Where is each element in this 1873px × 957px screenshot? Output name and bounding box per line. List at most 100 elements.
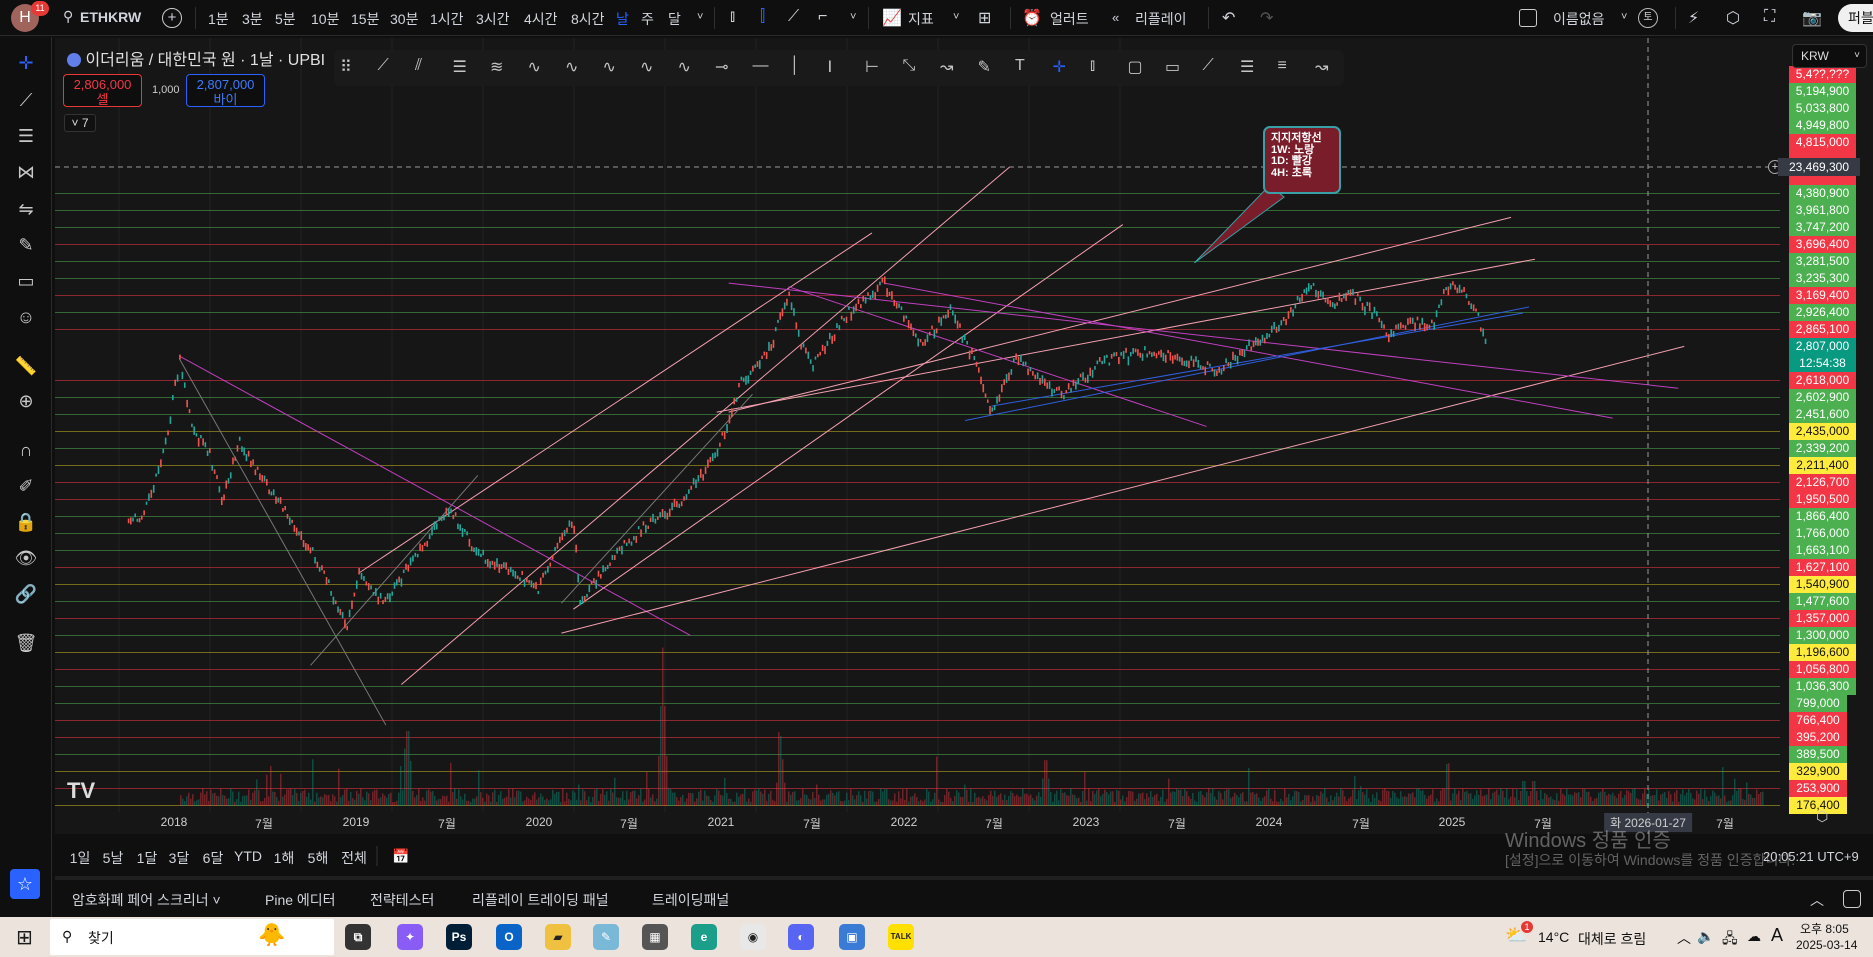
interval-6[interactable]: 1시간	[430, 9, 464, 29]
pattern-wy-icon[interactable]: ∿	[603, 57, 616, 77]
pattern-wz-icon[interactable]: ∿	[678, 57, 691, 77]
pitchfork-icon[interactable]: ≡	[1278, 57, 1287, 75]
photoshop-icon[interactable]: Ps	[446, 924, 472, 950]
arrow-icon[interactable]: ⤡	[903, 57, 916, 75]
interval-4[interactable]: 15분	[351, 9, 379, 29]
alert-button[interactable]: 얼러트	[1050, 9, 1089, 29]
trash-icon[interactable]: 🗑	[13, 630, 39, 656]
fib-icon[interactable]: ☰	[13, 123, 39, 149]
interval-9[interactable]: 8시간	[571, 9, 605, 29]
lock-pencil-icon[interactable]: ✐	[13, 473, 39, 499]
interval-0[interactable]: 1분	[208, 9, 229, 29]
brush-icon[interactable]: ✎	[13, 232, 39, 258]
pattern-15-icon[interactable]: ∿	[528, 57, 541, 77]
trend-line[interactable]	[965, 306, 1530, 421]
range-7[interactable]: 5해	[308, 848, 329, 868]
windows-start-icon[interactable]: ⊞	[16, 925, 33, 950]
pattern-ae-icon[interactable]: ∿	[640, 57, 653, 77]
trend-angle-icon[interactable]: ⟋	[1203, 57, 1214, 75]
range-4[interactable]: 6달	[203, 848, 224, 868]
layout-grid-icon[interactable]: ⊞	[978, 8, 991, 28]
add-symbol-icon[interactable]: +	[162, 8, 182, 28]
taskbar-search[interactable]: ⚲ 찾기 🐥	[50, 919, 334, 955]
undo-icon[interactable]: ↶	[1222, 8, 1235, 28]
emoji-icon[interactable]: ☺	[13, 304, 39, 330]
trend-line-icon[interactable]: ⟋	[378, 57, 389, 75]
chevron-down-icon[interactable]: ˅	[850, 11, 856, 23]
chart-canvas[interactable]	[55, 38, 1780, 834]
crosshair-icon[interactable]: ✛	[13, 50, 39, 76]
ray-icon[interactable]: ⊸	[715, 57, 728, 77]
bar-chart-icon[interactable]: ⫾	[730, 8, 735, 26]
text-icon[interactable]: T	[1015, 57, 1025, 75]
zoom-in-icon[interactable]: ⊕	[13, 388, 39, 414]
trend-line[interactable]	[310, 475, 479, 666]
replay-icon[interactable]: «	[1112, 10, 1119, 25]
trend-line-icon[interactable]: ⟋	[13, 87, 39, 113]
comment-icon[interactable]: ▭	[1165, 57, 1180, 77]
buy-button[interactable]: 2,807,000 바이	[186, 74, 265, 107]
candles-icon[interactable]: ⫾	[1090, 57, 1095, 75]
ruler-icon[interactable]: 📏	[13, 353, 39, 379]
weather-desc[interactable]: 대체로 흐림	[1578, 929, 1646, 949]
date-range-icon[interactable]: ⊢	[865, 57, 879, 77]
copilot-icon[interactable]: ✦	[397, 924, 423, 950]
file-explorer-icon[interactable]: ▰	[545, 924, 571, 950]
tab-crypto-screener[interactable]: 암호화폐 페어 스크리너 ˅	[72, 890, 221, 910]
parallel-icon[interactable]: ⫽	[415, 57, 422, 75]
tab-pine-editor[interactable]: Pine 에디터	[265, 890, 336, 910]
axis-settings-icon[interactable]: ⬡	[1816, 808, 1828, 825]
kakaotalk-icon[interactable]: TALK	[888, 924, 914, 950]
chevron-down-icon[interactable]: ˅	[697, 11, 703, 23]
callout-annotation[interactable]: 지지저항선 1W: 노랑 1D: 빨강 4H: 초록	[1263, 126, 1341, 194]
quick-search-icon[interactable]: ⚡	[1688, 8, 1699, 28]
settings-icon[interactable]: ⬡	[1726, 8, 1740, 28]
range-3[interactable]: 3달	[169, 848, 190, 868]
taskbar-time[interactable]: 오후 8:05	[1800, 920, 1849, 937]
link-icon[interactable]: 🔗	[13, 581, 39, 607]
range-2[interactable]: 1달	[137, 848, 158, 868]
eye-icon[interactable]: 👁	[13, 545, 39, 571]
trend-line[interactable]	[716, 258, 1536, 413]
notepad-icon[interactable]: ✎	[593, 924, 619, 950]
interval-12[interactable]: 달	[668, 9, 681, 29]
edge-beta-icon[interactable]: e	[691, 924, 717, 950]
interval-2[interactable]: 5분	[275, 9, 296, 29]
tray-chevron-icon[interactable]: ︿	[1677, 928, 1691, 948]
lock-icon[interactable]: 🔒	[13, 509, 39, 535]
interval-7[interactable]: 3시간	[476, 9, 510, 29]
network-icon[interactable]: 🖧	[1722, 928, 1738, 952]
range-0[interactable]: 1일	[70, 848, 91, 868]
interval-1[interactable]: 3분	[242, 9, 263, 29]
indicator-collapse-button[interactable]: ˅ 7	[64, 114, 96, 132]
horizontal-line-icon[interactable]: —	[753, 57, 769, 75]
alarm-clock-icon[interactable]: ⏰	[1022, 8, 1042, 28]
watchlist-star-button[interactable]: ☆	[10, 869, 40, 899]
interval-3[interactable]: 10분	[311, 9, 339, 29]
price-range-icon[interactable]: Ⅰ	[828, 57, 833, 77]
layout-name[interactable]: 이름없음	[1553, 9, 1605, 29]
fib-extension-icon[interactable]: ≋	[490, 57, 503, 77]
tab-trading-panel[interactable]: 트레이딩패널	[652, 890, 729, 910]
rectangle-icon[interactable]: ▢	[1128, 57, 1143, 77]
chart-clock[interactable]: 20:05:21 UTC+9	[1763, 849, 1859, 864]
maximize-panel-icon[interactable]	[1843, 890, 1861, 908]
onedrive-icon[interactable]: ☁	[1747, 928, 1761, 945]
chevron-up-icon[interactable]: ︿	[1810, 890, 1824, 910]
task-view-icon[interactable]: ⧉	[345, 924, 371, 950]
fullscreen-icon[interactable]: ⛶	[1764, 8, 1775, 26]
calculator-icon[interactable]: ▦	[642, 924, 668, 950]
candle-chart-icon[interactable]: ⫿	[760, 8, 765, 26]
chevron-down-icon[interactable]: ˅	[953, 11, 959, 23]
indicators-button[interactable]: 지표	[908, 9, 934, 29]
range-1[interactable]: 5날	[103, 848, 124, 868]
camera-icon[interactable]: 📷	[1802, 8, 1822, 28]
indicators-icon[interactable]: 📈	[882, 8, 902, 28]
sell-button[interactable]: 2,806,000 셀	[63, 74, 142, 107]
fib-retracement-icon[interactable]: ☰	[453, 57, 467, 77]
range-6[interactable]: 1해	[274, 848, 295, 868]
interval-11[interactable]: 주	[641, 9, 654, 29]
interval-10[interactable]: 날	[616, 9, 629, 29]
curve-icon[interactable]: ↝	[1315, 57, 1328, 77]
range-5[interactable]: YTD	[234, 848, 262, 864]
